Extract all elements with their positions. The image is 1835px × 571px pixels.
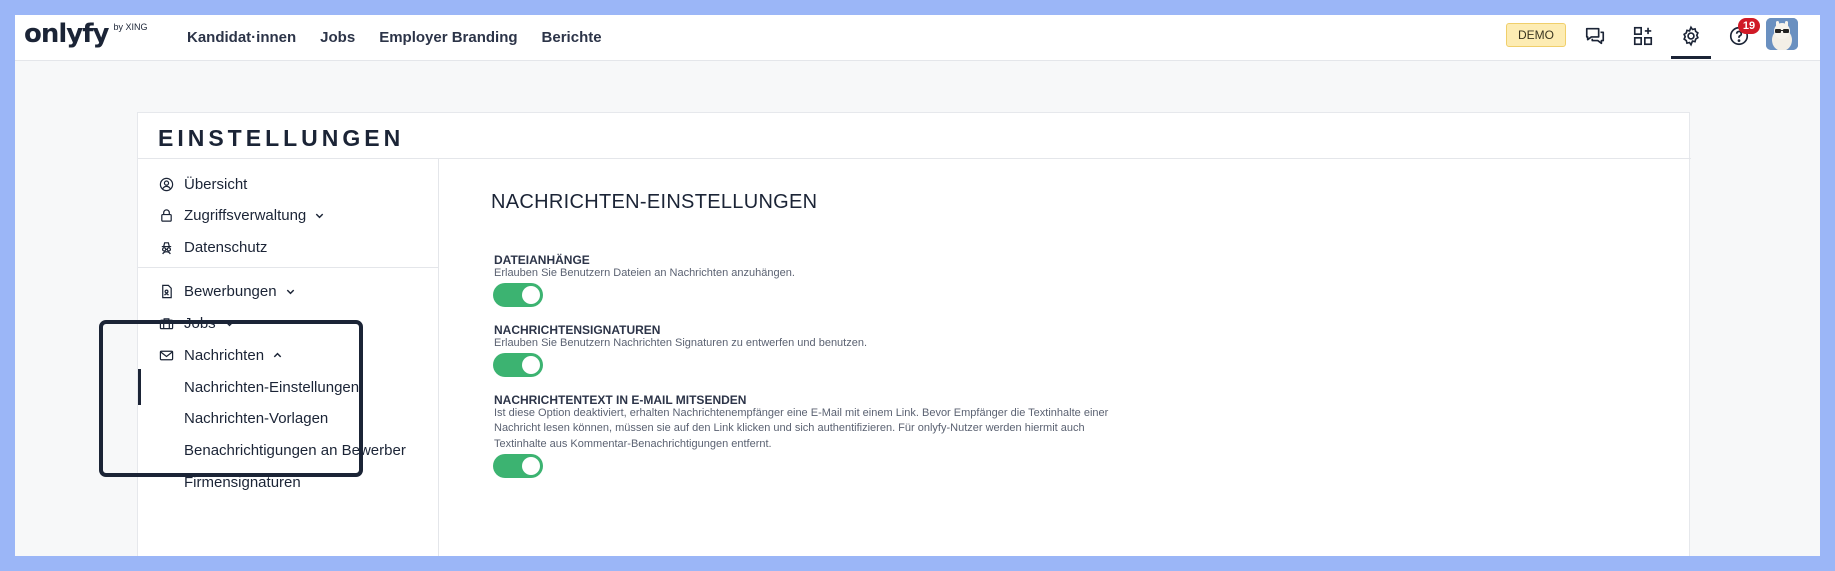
spy-icon (158, 239, 174, 255)
settings-sidebar: Übersicht Zugriffsverwaltung Datenschutz (138, 159, 439, 556)
lock-icon (158, 207, 174, 223)
sidebar-item-bewerbungen[interactable]: Bewerbungen (158, 279, 297, 303)
toggle-nachrichtentext[interactable] (493, 454, 543, 478)
add-widget-icon[interactable] (1631, 24, 1655, 48)
chevron-down-icon (224, 317, 236, 329)
nav-item-berichte[interactable]: Berichte (542, 29, 602, 46)
toggle-nachrichtensignaturen[interactable] (493, 353, 543, 377)
settings-main-panel: NACHRICHTEN-EINSTELLUNGEN DATEIANHÄNGE E… (439, 159, 1689, 556)
briefcase-icon (158, 315, 174, 331)
sidebar-item-label: Übersicht (184, 175, 248, 193)
document-icon (158, 283, 174, 299)
nav-item-employer-branding[interactable]: Employer Branding (379, 29, 517, 46)
sidebar-subitem-firmensignaturen[interactable]: Firmensignaturen (184, 470, 301, 494)
setting-description: Erlauben Sie Benutzern Dateien an Nachri… (494, 267, 795, 279)
notification-count-badge: 19 (1738, 18, 1760, 34)
main-nav: Kandidat·innen Jobs Employer Branding Be… (187, 15, 602, 60)
sidebar-item-uebersicht[interactable]: Übersicht (158, 172, 247, 196)
chevron-down-icon (314, 209, 326, 221)
toggle-dateianhaenge[interactable] (493, 283, 543, 307)
gear-icon[interactable] (1679, 24, 1703, 48)
sidebar-item-label: Bewerbungen (184, 282, 277, 300)
sidebar-item-datenschutz[interactable]: Datenschutz (158, 235, 267, 259)
active-item-indicator (138, 369, 141, 405)
sidebar-item-label: Nachrichten (184, 346, 265, 364)
setting-description: Erlauben Sie Benutzern Nachrichten Signa… (494, 337, 868, 349)
app-window: onlyfy by XING Kandidat·innen Jobs Emplo… (15, 15, 1820, 556)
sidebar-item-zugriffsverwaltung[interactable]: Zugriffsverwaltung (158, 203, 326, 227)
chevron-down-icon (285, 285, 297, 297)
avatar[interactable] (1766, 18, 1798, 50)
page-title: EINSTELLUNGEN (158, 125, 405, 151)
setting-description-line: Textinhalte aus Kommentar-Benachrichtigu… (494, 438, 772, 450)
chat-icon[interactable] (1583, 24, 1607, 48)
chevron-up-icon (272, 349, 284, 361)
sidebar-subitem-benachrichtigungen[interactable]: Benachrichtigungen an Bewerber (184, 438, 406, 462)
sidebar-subitem-nachrichten-einstellungen[interactable]: Nachrichten-Einstellungen (184, 375, 359, 399)
sidebar-item-label: Datenschutz (184, 238, 268, 256)
section-heading: NACHRICHTEN-EINSTELLUNGEN (491, 191, 818, 213)
nav-item-jobs[interactable]: Jobs (320, 29, 355, 46)
onlyfy-logo[interactable]: onlyfy by XING (24, 19, 148, 51)
demo-badge[interactable]: DEMO (1506, 23, 1566, 47)
nav-item-kandidatinnen[interactable]: Kandidat·innen (187, 29, 296, 46)
envelope-icon (158, 347, 174, 363)
user-circle-icon (158, 176, 174, 192)
logo-subtext: by XING (113, 22, 148, 32)
settings-card: EINSTELLUNGEN Übersicht Zugriffsverwaltu… (137, 112, 1691, 556)
toggle-knob (522, 457, 540, 475)
sidebar-divider (138, 267, 438, 268)
sidebar-item-label: Zugriffsverwaltung (184, 206, 307, 224)
sidebar-subitem-nachrichten-vorlagen[interactable]: Nachrichten-Vorlagen (184, 406, 328, 430)
toggle-knob (522, 356, 540, 374)
active-settings-indicator (1671, 56, 1711, 59)
sidebar-item-jobs[interactable]: Jobs (158, 311, 236, 335)
top-navigation-bar: onlyfy by XING Kandidat·innen Jobs Emplo… (15, 15, 1820, 61)
sidebar-item-label: Jobs (184, 314, 216, 332)
toggle-knob (522, 286, 540, 304)
logo-text: onlyfy (24, 19, 109, 49)
sidebar-item-nachrichten[interactable]: Nachrichten (158, 343, 284, 367)
